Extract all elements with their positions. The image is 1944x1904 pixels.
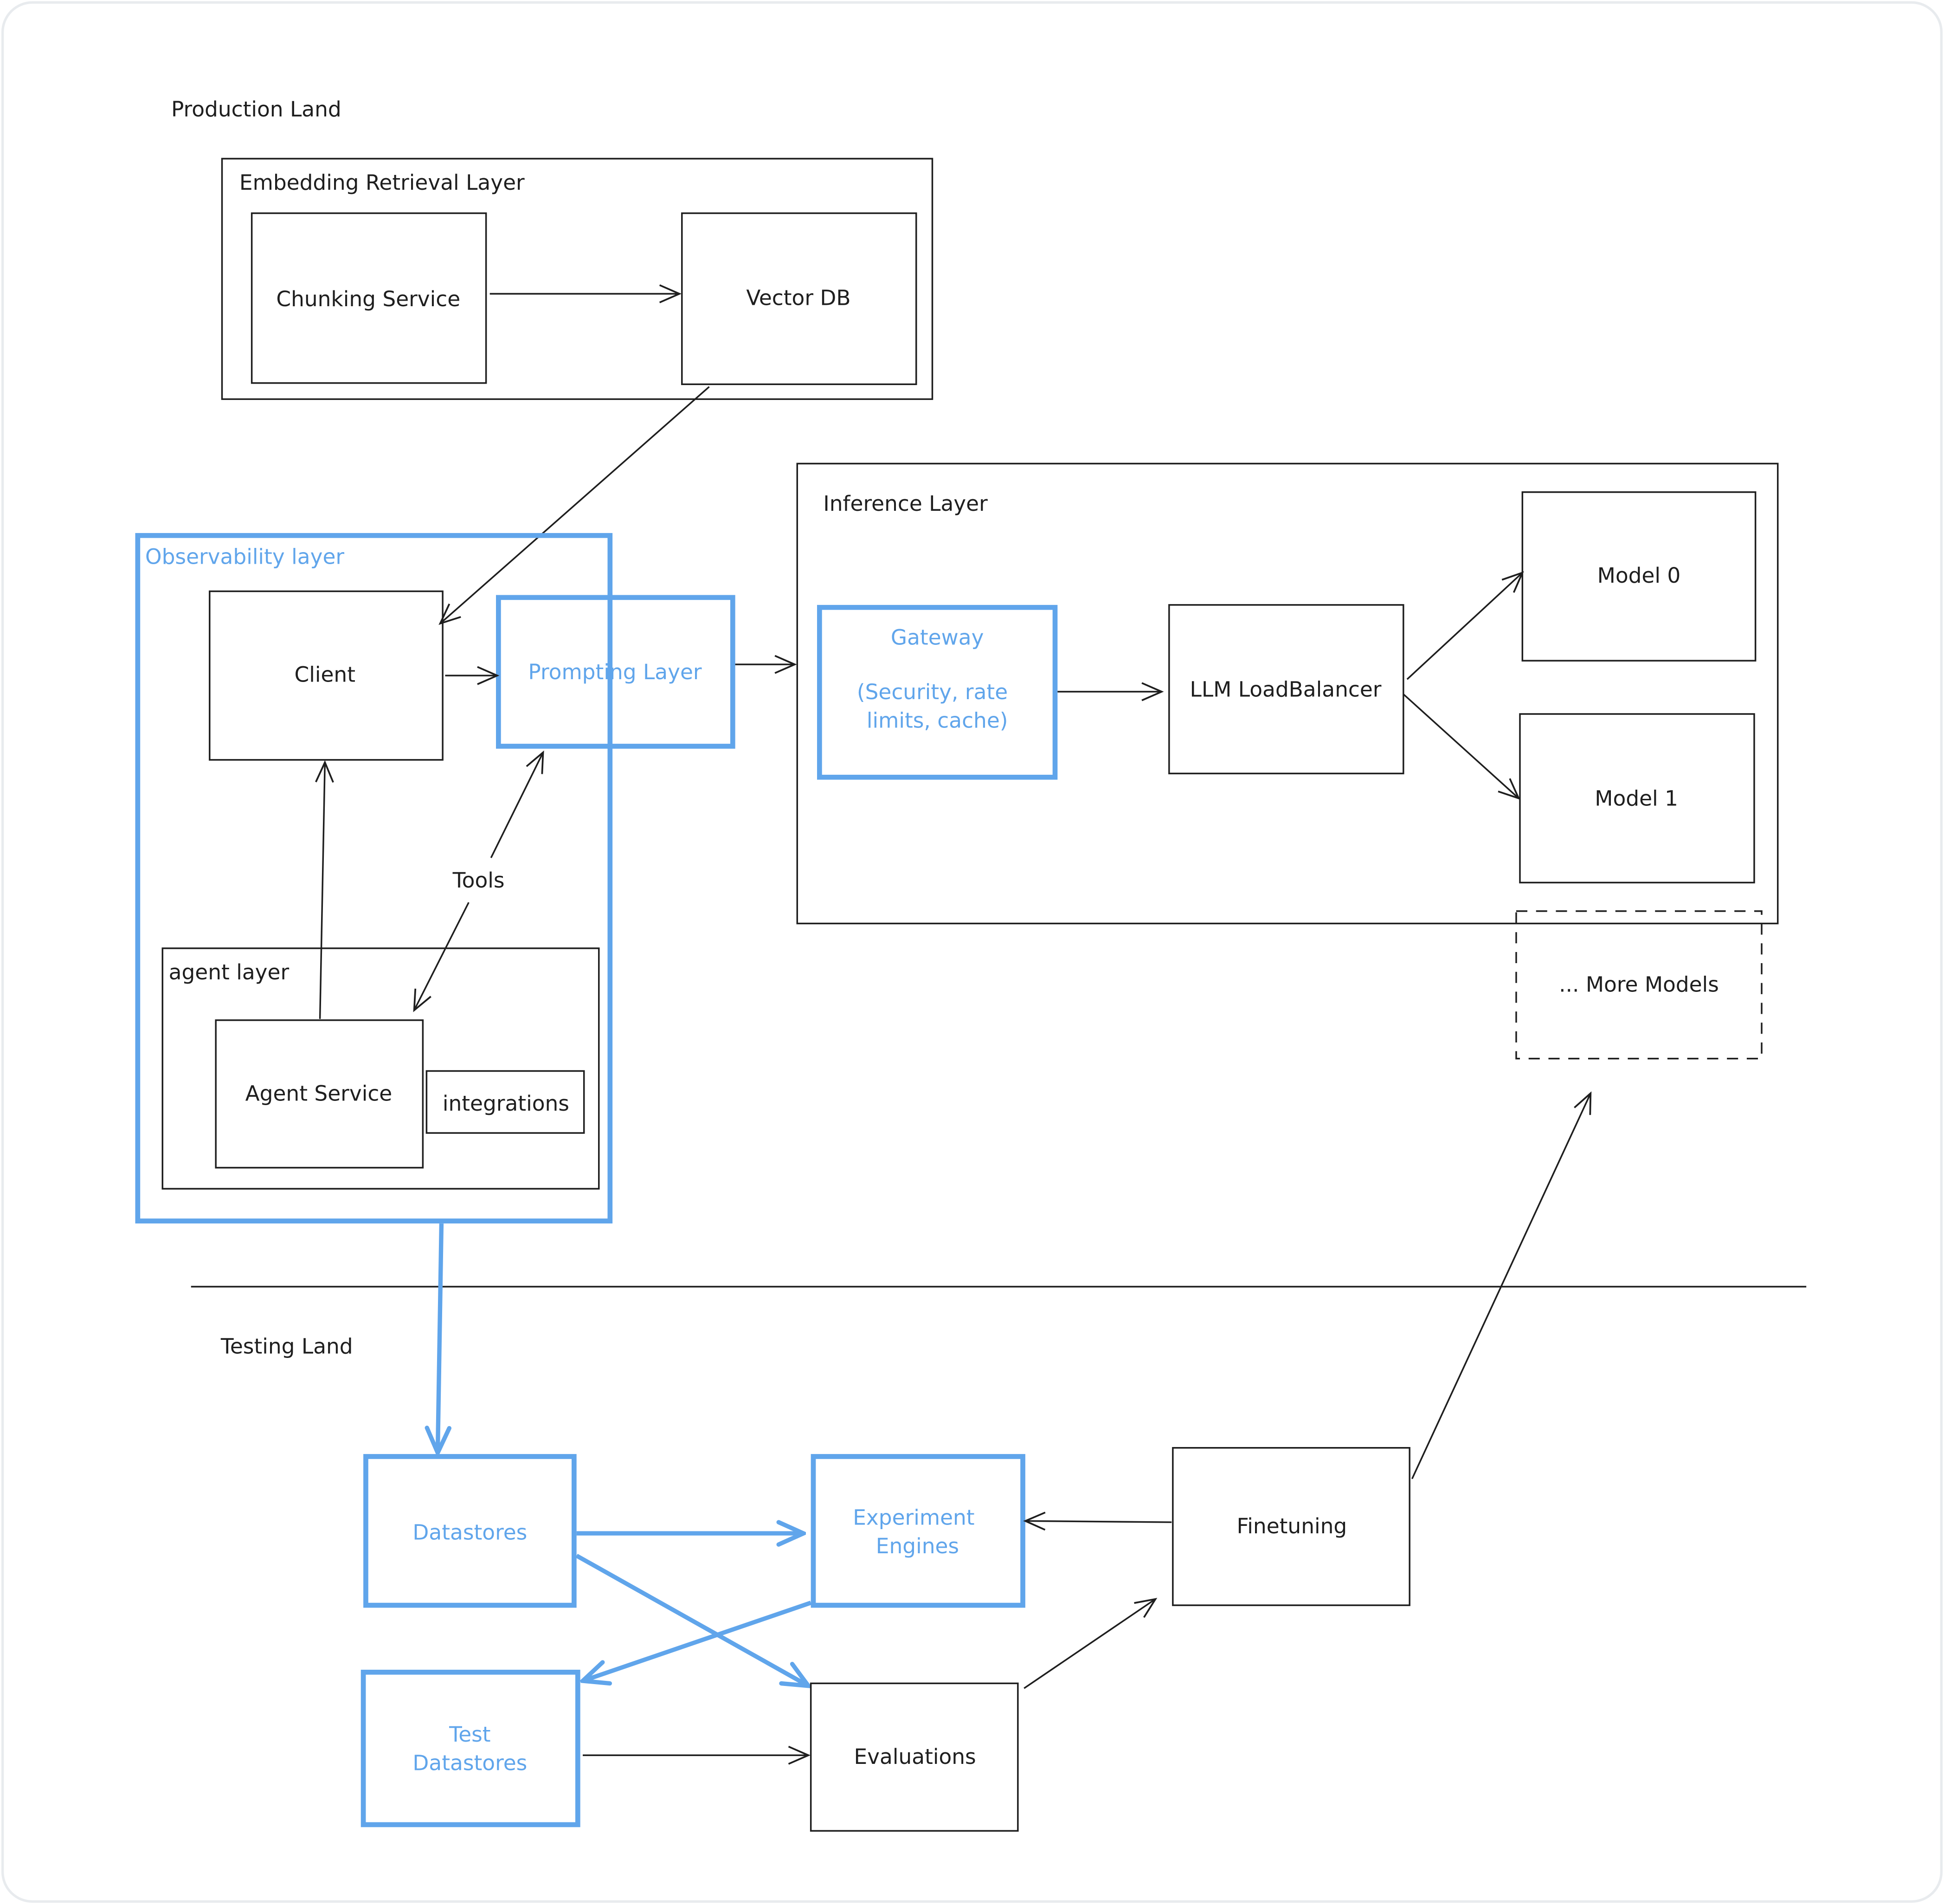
gateway-detail-line2: limits, cache) [867, 708, 1008, 733]
experiment-engines-line1: Experiment [853, 1505, 974, 1530]
testing-land-title: Testing Land [220, 1334, 353, 1359]
more-models-label: ... More Models [1559, 972, 1719, 997]
embedding-layer-label: Embedding Retrieval Layer [239, 170, 525, 195]
inference-layer-label: Inference Layer [823, 491, 988, 516]
model-0-label: Model 0 [1597, 563, 1681, 588]
gateway-detail-line1: (Security, rate [857, 680, 1008, 704]
chunking-service-label: Chunking Service [276, 287, 460, 311]
architecture-diagram: Production Land Embedding Retrieval Laye… [1, 1, 1943, 1903]
integrations-label: integrations [443, 1091, 569, 1116]
experiment-engines-line2: Engines [876, 1534, 959, 1558]
vector-db-label: Vector DB [746, 285, 850, 310]
agent-service-label: Agent Service [245, 1081, 393, 1106]
model-1-label: Model 1 [1595, 786, 1678, 811]
test-datastores-line2: Datastores [412, 1750, 527, 1775]
agent-layer-label: agent layer [169, 960, 290, 984]
observability-layer-label: Observability layer [145, 545, 345, 569]
tools-label: Tools [452, 868, 505, 893]
test-datastores-line1: Test [449, 1722, 490, 1747]
datastores-label: Datastores [412, 1520, 527, 1544]
load-balancer-label: LLM LoadBalancer [1190, 677, 1382, 702]
prompting-layer-label: Prompting Layer [528, 660, 702, 684]
production-land-title: Production Land [171, 97, 341, 122]
client-label: Client [295, 663, 355, 687]
gateway-title: Gateway [891, 625, 984, 650]
evaluations-label: Evaluations [854, 1744, 976, 1769]
finetuning-label: Finetuning [1236, 1514, 1347, 1538]
